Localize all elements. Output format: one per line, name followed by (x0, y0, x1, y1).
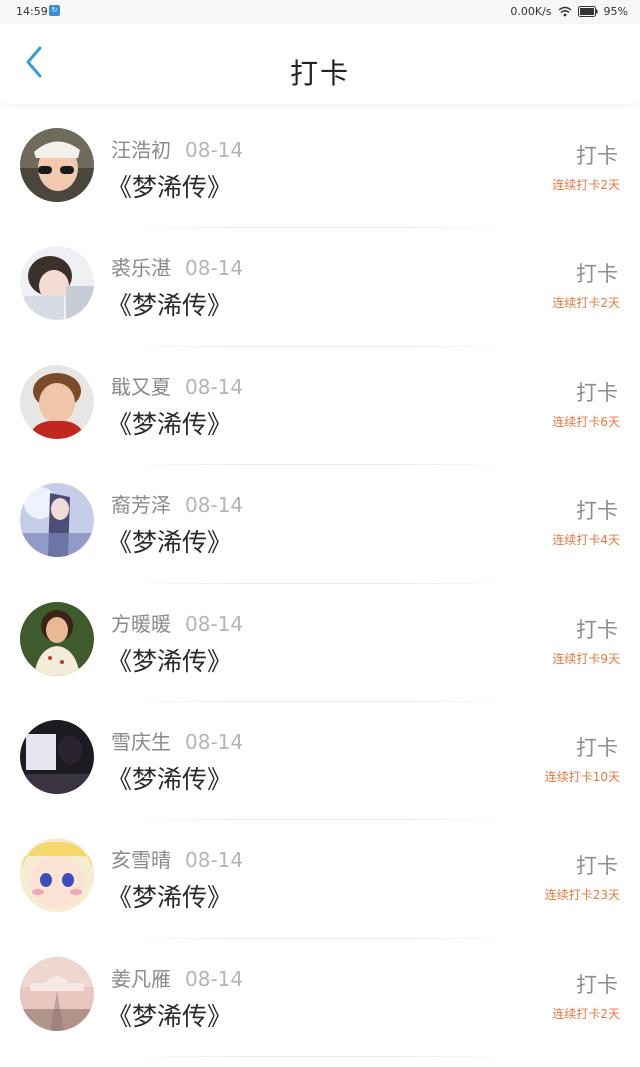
user-name-line: 裔芳泽 08-14 (111, 489, 243, 518)
avatar[interactable] (20, 838, 94, 913)
checkin-button[interactable]: 打卡 (576, 140, 618, 170)
avatar[interactable] (20, 956, 94, 1031)
user-name: 雪庆生 (111, 729, 171, 754)
user-name-line: 戢又夏 08-14 (111, 371, 243, 400)
status-time: 14:59 (16, 5, 48, 18)
user-name-line: 亥雪晴 08-14 (111, 844, 243, 873)
book-title: 《梦浠传》 (107, 764, 233, 794)
streak-label: 连续打卡6天 (552, 414, 620, 429)
divider (120, 1056, 520, 1058)
net-speed: 0.00K/s (510, 5, 552, 18)
battery-icon (577, 6, 598, 17)
page-title: 打卡 (289, 57, 350, 90)
avatar[interactable] (20, 364, 94, 439)
book-title: 《梦浠传》 (107, 409, 233, 439)
user-name-line: 方暖暖 08-14 (111, 608, 243, 637)
avatar[interactable] (20, 128, 94, 202)
avatar[interactable] (20, 246, 94, 321)
user-name-line: 裘乐湛 08-14 (111, 252, 243, 281)
checkin-date: 08-14 (185, 256, 244, 281)
battery-level: 95% (603, 5, 628, 18)
checkin-button[interactable]: 打卡 (576, 495, 618, 525)
checkin-date: 08-14 (185, 611, 244, 636)
checkin-button[interactable]: 打卡 (576, 377, 618, 407)
checkin-button[interactable]: 打卡 (576, 614, 618, 644)
user-name: 亥雪晴 (111, 848, 171, 873)
checkin-button[interactable]: 打卡 (576, 969, 618, 999)
streak-label: 连续打卡10天 (544, 769, 620, 784)
book-title: 《梦浠传》 (107, 883, 233, 913)
user-name: 裔芳泽 (111, 493, 171, 518)
checkin-date: 08-14 (185, 966, 244, 991)
checkin-button[interactable]: 打卡 (576, 258, 618, 288)
list-item: 亥雪晴 08-14 《梦浠传》 打卡 连续打卡23天 (0, 820, 640, 939)
user-name: 方暖暖 (111, 611, 171, 636)
user-name: 姜凡雁 (111, 966, 171, 991)
streak-label: 连续打卡4天 (552, 533, 620, 548)
checkin-date: 08-14 (185, 848, 244, 873)
wifi-icon (558, 6, 572, 17)
app-header: 打卡 (0, 24, 640, 104)
status-right: 0.00K/s 95% (510, 5, 628, 18)
list-item: 汪浩初 08-14 《梦浠传》 打卡 连续打卡2天 (0, 110, 640, 229)
streak-label: 连续打卡23天 (544, 888, 620, 903)
list-item: 戢又夏 08-14 《梦浠传》 打卡 连续打卡6天 (0, 347, 640, 466)
notification-icon: ↻ (49, 5, 60, 16)
book-title: 《梦浠传》 (107, 528, 233, 558)
user-name-line: 雪庆生 08-14 (111, 726, 243, 755)
checkin-date: 08-14 (185, 729, 244, 754)
user-name-line: 汪浩初 08-14 (111, 134, 243, 163)
list-item: 雪庆生 08-14 《梦浠传》 打卡 连续打卡10天 (0, 702, 640, 821)
checkin-button[interactable]: 打卡 (576, 732, 618, 762)
streak-label: 连续打卡2天 (552, 1006, 620, 1021)
checkin-date: 08-14 (185, 138, 244, 162)
list-item: 姜凡雁 08-14 《梦浠传》 打卡 连续打卡2天 (0, 939, 640, 1058)
list-item: 方暖暖 08-14 《梦浠传》 打卡 连续打卡9天 (0, 584, 640, 702)
list-item: 裔芳泽 08-14 《梦浠传》 打卡 连续打卡4天 (0, 465, 640, 584)
status-bar: 14:59 ↻ 0.00K/s 95% (0, 0, 640, 24)
book-title: 《梦浠传》 (107, 173, 233, 202)
checkin-list: 汪浩初 08-14 《梦浠传》 打卡 连续打卡2天 裘乐湛 08-14 《梦浠传》 … (0, 110, 640, 1058)
streak-label: 连续打卡9天 (552, 651, 620, 666)
checkin-button[interactable]: 打卡 (576, 850, 618, 880)
list-item: 裘乐湛 08-14 《梦浠传》 打卡 连续打卡2天 (0, 228, 640, 347)
avatar[interactable] (20, 719, 94, 794)
avatar[interactable] (20, 601, 94, 676)
user-name: 汪浩初 (111, 138, 171, 162)
avatar[interactable] (20, 483, 94, 558)
user-name: 裘乐湛 (111, 256, 171, 281)
streak-label: 连续打卡2天 (552, 296, 620, 311)
book-title: 《梦浠传》 (107, 291, 233, 321)
book-title: 《梦浠传》 (107, 1001, 233, 1031)
streak-label: 连续打卡2天 (552, 178, 620, 192)
checkin-date: 08-14 (185, 493, 244, 518)
user-name: 戢又夏 (111, 374, 171, 399)
checkin-date: 08-14 (185, 374, 244, 399)
book-title: 《梦浠传》 (107, 646, 233, 676)
user-name-line: 姜凡雁 08-14 (111, 963, 243, 992)
